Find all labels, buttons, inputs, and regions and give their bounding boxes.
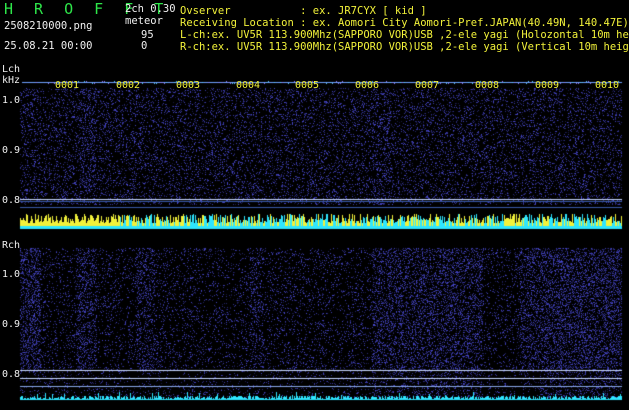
rch-ytick-2: 0.9 [2, 319, 21, 330]
minute-marker: 0010 [595, 80, 620, 91]
count-bottom: 0 [141, 40, 148, 52]
rch-ytick-1: 1.0 [2, 269, 21, 280]
lch-info: L-ch:ex. UV5R 113.900Mhz(SAPPORO VOR)USB… [180, 29, 629, 41]
lch-label: Lch [2, 64, 21, 75]
lch-ytick-3: 0.8 [2, 195, 21, 206]
rch-label: Rch [2, 240, 21, 251]
rch-ytick-3: 0.8 [2, 369, 21, 380]
minute-marker: 0009 [535, 80, 560, 91]
rch-info: R-ch:ex. UV5R 113.900Mhz(SAPPORO VOR)USB… [180, 41, 629, 53]
minute-marker: 0007 [415, 80, 440, 91]
spectrogram-canvas [0, 0, 629, 410]
version-label: 2ch 0.30 [125, 3, 176, 15]
datetime-label: 25.08.21 00:00 [4, 40, 93, 52]
minute-marker: 0006 [355, 80, 380, 91]
lch-ytick-2: 0.9 [2, 145, 21, 156]
minute-marker: 0003 [176, 80, 201, 91]
mode-label: meteor [125, 15, 163, 27]
minute-marker: 0005 [295, 80, 320, 91]
minute-marker: 0004 [236, 80, 261, 91]
location-info: Receiving Location : ex. Aomori City Aom… [180, 17, 629, 29]
observer-info: Ovserver : ex. JR7CYX [ kid ] [180, 5, 427, 17]
lch-ytick-1: 1.0 [2, 95, 21, 106]
lch-unit: kHz [2, 75, 21, 86]
minute-marker: 0002 [116, 80, 141, 91]
filename-label: 2508210000.png [4, 20, 93, 32]
minute-marker: 0001 [55, 80, 80, 91]
minute-marker: 0008 [475, 80, 500, 91]
